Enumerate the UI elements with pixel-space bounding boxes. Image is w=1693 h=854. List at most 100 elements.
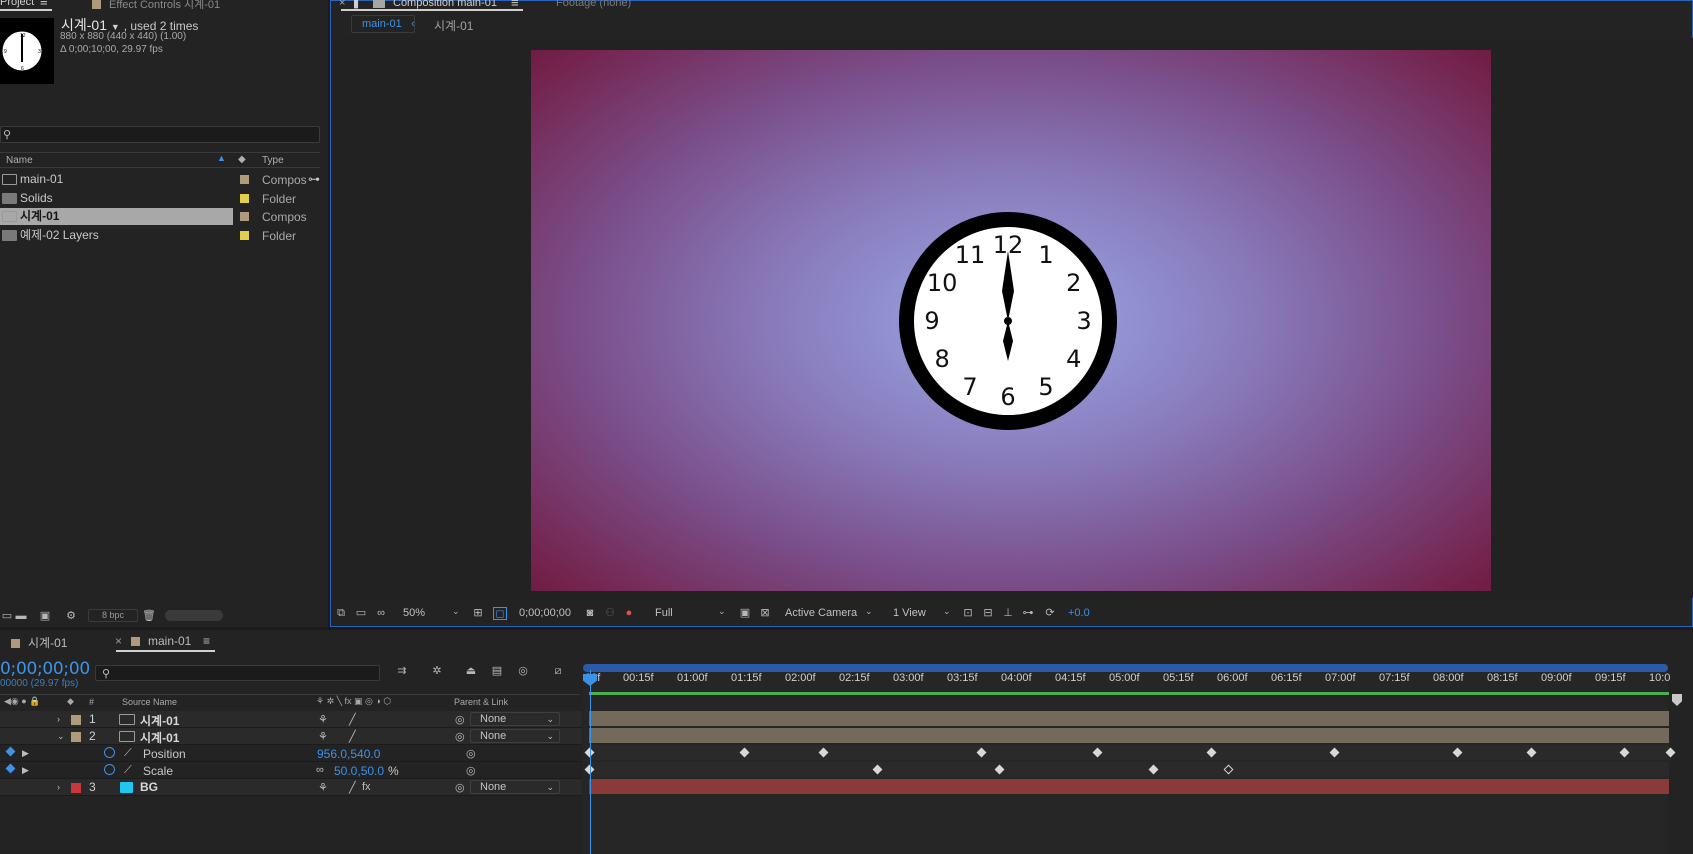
timeline-graph[interactable]: 00f00:15f01:00f01:15f02:00f02:15f03:00f0… xyxy=(583,664,1676,854)
stopwatch-icon[interactable] xyxy=(104,747,115,758)
keyframe-diamond[interactable] xyxy=(818,747,829,758)
quality-switch-icon[interactable]: ╱ xyxy=(349,730,356,743)
current-time-display[interactable]: 0;00;00;00 xyxy=(0,659,90,679)
trash-icon[interactable]: 🗑 xyxy=(142,610,156,622)
project-item-solids[interactable]: Solids Folder xyxy=(0,190,310,208)
project-item-main-01[interactable]: main-01 Compos ⊶ xyxy=(0,171,320,189)
expand-chevron-icon[interactable]: › xyxy=(57,714,60,724)
col-source-name-header[interactable]: Source Name xyxy=(122,697,177,707)
property-position-row[interactable]: ▶ ⟋ Position 956.0,540.0 ◎ xyxy=(0,745,582,762)
fast-previews-icon[interactable]: ⊟ xyxy=(981,607,995,620)
label-chip[interactable] xyxy=(240,212,249,221)
layer-row-3[interactable]: › 3 BG ⚘ ╱ fx ◎ None ⌄ xyxy=(0,779,582,796)
draft-3d-icon[interactable]: ✲ xyxy=(430,665,444,678)
reset-exposure-icon[interactable]: ⟳ xyxy=(1043,607,1057,620)
layer-name[interactable]: BG xyxy=(140,780,158,794)
exposure-value[interactable]: +0.0 xyxy=(1068,607,1090,619)
shy-switch-icon[interactable]: ⚘ xyxy=(318,781,328,794)
parent-select[interactable]: None ⌄ xyxy=(470,780,560,794)
keyframe-diamond[interactable] xyxy=(872,764,883,775)
collapse-chevron-icon[interactable]: ⌄ xyxy=(57,731,65,742)
viewer-timecode[interactable]: 0;00;00;00 xyxy=(519,607,571,619)
layer-name[interactable]: 시계-01 xyxy=(140,729,179,746)
layer-name[interactable]: 시계-01 xyxy=(140,712,179,729)
project-search-input[interactable]: ⚲ xyxy=(0,126,320,143)
panel-menu-icon[interactable]: ≡ xyxy=(511,0,519,10)
tab-effect-controls[interactable]: Effect Controls 시계-01 xyxy=(92,0,220,11)
composition-viewer[interactable]: 12 1 2 3 4 5 6 7 8 9 10 11 xyxy=(331,38,1693,598)
layer-label-chip[interactable] xyxy=(71,715,81,725)
bit-depth-button[interactable]: 8 bpc xyxy=(88,609,138,622)
keyframe-diamond[interactable] xyxy=(1329,747,1340,758)
keyframe-diamond[interactable] xyxy=(1206,747,1217,758)
flowchart-icon[interactable]: ⊶ xyxy=(308,172,320,186)
shy-switch-icon[interactable]: ⚘ xyxy=(318,713,328,726)
keyframe-diamond[interactable] xyxy=(1223,764,1234,775)
scale-value[interactable]: 50.0,50.0 xyxy=(334,764,384,778)
property-scale-row[interactable]: ▶ ⟋ Scale ∞ 50.0,50.0 % ◎ xyxy=(0,762,582,779)
panel-menu-icon[interactable]: ≡ xyxy=(203,634,210,648)
views-select[interactable]: 1 View xyxy=(893,607,926,619)
timeline-icon[interactable]: ⊥ xyxy=(1001,607,1015,620)
keyframe-navigator-icon[interactable] xyxy=(5,763,16,774)
fit-icon[interactable]: ⊞ xyxy=(471,607,485,620)
playhead-line[interactable] xyxy=(590,670,591,854)
col-name-header[interactable]: Name xyxy=(6,155,33,166)
timeline-search-input[interactable]: ⚲ xyxy=(95,665,380,681)
label-tag-icon[interactable]: ◆ xyxy=(67,696,74,707)
keyframe-diamond[interactable] xyxy=(994,764,1005,775)
layer-label-chip[interactable] xyxy=(71,732,81,742)
tab-footage[interactable]: Footage (none) xyxy=(556,0,631,11)
chevron-down-icon[interactable]: ⌄ xyxy=(452,606,460,617)
new-folder-icon[interactable]: ▬ xyxy=(14,610,28,622)
project-item-layers-folder[interactable]: 예제-02 Layers Folder xyxy=(0,227,310,245)
expand-chevron-icon[interactable]: › xyxy=(57,782,60,792)
quality-switch-icon[interactable]: ╱ xyxy=(349,781,356,794)
keyframe-diamond[interactable] xyxy=(976,747,987,758)
pick-whip-icon[interactable]: ◎ xyxy=(455,713,465,726)
stopwatch-icon[interactable] xyxy=(104,764,115,775)
next-keyframe-icon[interactable]: ▶ xyxy=(22,748,29,759)
thumbnail-scroll[interactable] xyxy=(165,610,223,621)
display-icon[interactable]: ▭ xyxy=(354,607,368,620)
project-item-clock-01[interactable]: 시계-01 Compos xyxy=(0,208,310,226)
composition-canvas[interactable]: 12 1 2 3 4 5 6 7 8 9 10 11 xyxy=(531,50,1491,591)
pick-whip-icon[interactable]: ◎ xyxy=(466,747,476,760)
parent-select[interactable]: None ⌄ xyxy=(470,712,560,726)
tab-timeline-main-01[interactable]: main-01 xyxy=(131,634,191,648)
chevron-down-icon[interactable]: ⌄ xyxy=(718,606,726,617)
quality-switch-icon[interactable]: ╱ xyxy=(349,713,356,726)
label-chip[interactable] xyxy=(240,194,249,203)
graph-icon[interactable]: ⟋ xyxy=(124,747,132,760)
constrain-proportions-icon[interactable]: ∞ xyxy=(316,764,324,776)
resolution-select[interactable]: Full xyxy=(655,607,673,619)
color-channels-icon[interactable]: ● xyxy=(622,607,636,620)
close-icon[interactable]: × xyxy=(115,634,122,648)
keyframe-diamond[interactable] xyxy=(1148,764,1159,775)
label-tag-icon[interactable]: ◆ xyxy=(238,154,246,165)
flowchart-icon[interactable]: ⊶ xyxy=(1021,607,1035,620)
motion-blur-icon[interactable]: ◎ xyxy=(516,665,530,678)
show-snapshot-icon[interactable]: ⚇ xyxy=(603,607,617,620)
bg-layer-duration-bar[interactable] xyxy=(589,779,1669,794)
next-keyframe-icon[interactable]: ▶ xyxy=(22,765,29,776)
pick-whip-icon[interactable]: ◎ xyxy=(466,764,476,777)
always-preview-icon[interactable]: ⧉ xyxy=(334,607,348,620)
pick-whip-icon[interactable]: ◎ xyxy=(455,730,465,743)
layer-row-1[interactable]: › 1 시계-01 ⚘ ╱ ◎ None ⌄ xyxy=(0,711,582,728)
comp-mini-flowchart-icon[interactable]: ⇉ xyxy=(395,665,409,678)
project-settings-icon[interactable]: ⚙ xyxy=(64,610,78,622)
vr-icon[interactable]: ∞ xyxy=(374,607,388,620)
work-area-bar[interactable] xyxy=(583,664,1668,672)
region-of-interest-icon[interactable]: ◻ xyxy=(493,607,507,620)
layer-label-chip[interactable] xyxy=(71,783,81,793)
label-chip[interactable] xyxy=(240,231,249,240)
shy-switch-icon[interactable]: ⚘ xyxy=(318,730,328,743)
position-value[interactable]: 956.0,540.0 xyxy=(317,747,380,761)
graph-editor-icon[interactable]: ⧄ xyxy=(551,665,565,678)
keyframe-diamond[interactable] xyxy=(1619,747,1630,758)
chevron-down-icon[interactable]: ⌄ xyxy=(865,606,873,617)
tab-timeline-clock-01[interactable]: 시계-01 xyxy=(11,634,67,651)
breadcrumb-clock-01[interactable]: 시계-01 xyxy=(434,17,473,34)
breadcrumb-main-01[interactable]: main-01 ‹ xyxy=(351,15,415,33)
